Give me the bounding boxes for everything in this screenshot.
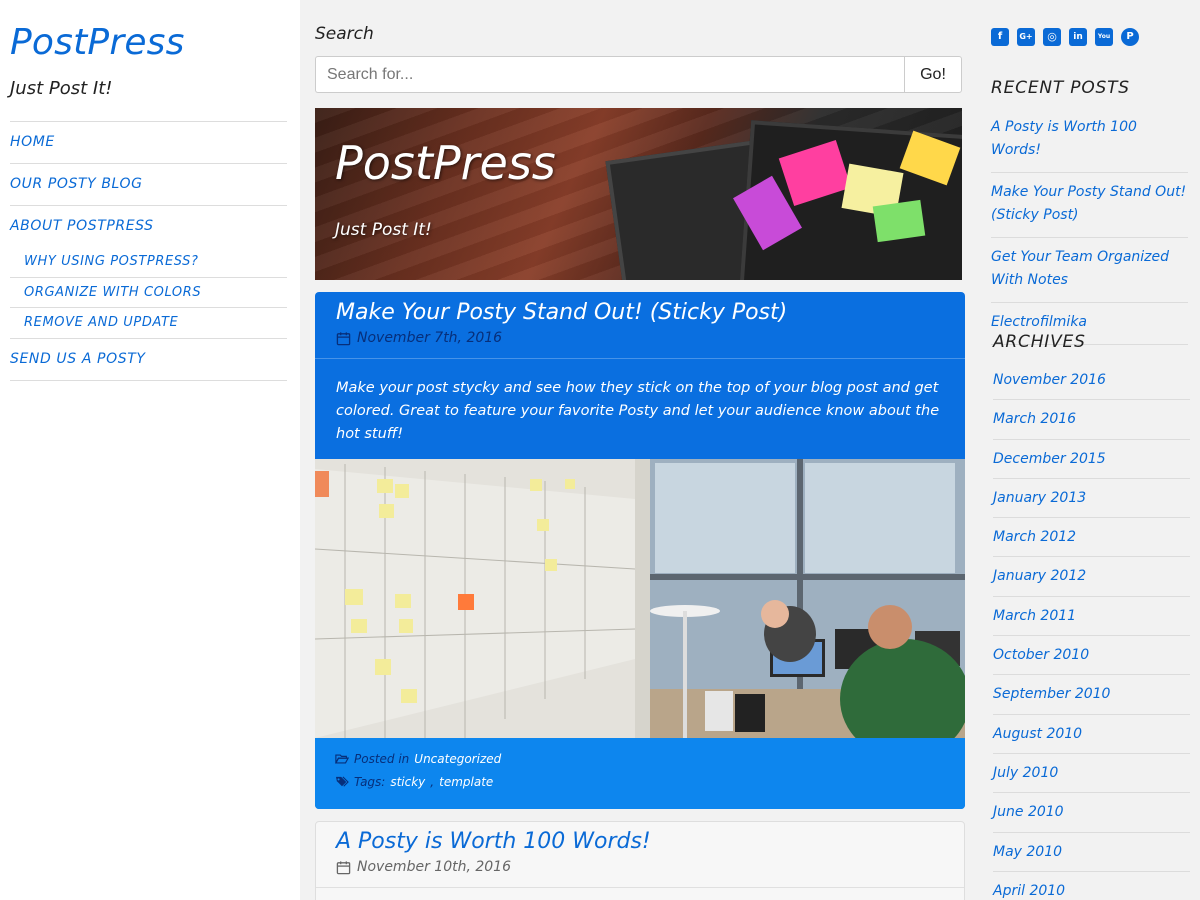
post-title-link[interactable]: Make Your Posty Stand Out! (Sticky Post) xyxy=(336,300,787,325)
list-item: Make Your Posty Stand Out! (Sticky Post) xyxy=(991,173,1188,238)
archive-link[interactable]: June 2010 xyxy=(993,793,1190,832)
tag-link[interactable]: template xyxy=(439,775,493,789)
banner-tagline: Just Post It! xyxy=(335,220,432,240)
recent-post-link[interactable]: Electrofilmika xyxy=(991,311,1188,334)
list-item: Get Your Team Organized With Notes xyxy=(991,238,1188,303)
list-item: January 2013 xyxy=(993,479,1190,519)
office-photo xyxy=(315,459,965,738)
nav-item-about: About PostPress Why using PostPress? Org… xyxy=(10,206,287,339)
list-item: March 2012 xyxy=(993,518,1190,558)
list-item: April 2010 xyxy=(993,872,1190,900)
archive-link[interactable]: May 2010 xyxy=(993,833,1190,872)
list-item: August 2010 xyxy=(993,715,1190,754)
search-form: Go! xyxy=(315,56,962,93)
post-category-row: Posted in Uncategorized xyxy=(335,752,501,766)
list-item: June 2010 xyxy=(993,793,1190,833)
nav-item-home: Home xyxy=(10,122,287,164)
linkedin-icon[interactable]: in xyxy=(1069,28,1087,46)
main-navigation: Home Our Posty Blog About PostPress Why … xyxy=(10,121,287,381)
post-date: November 7th, 2016 xyxy=(357,330,503,346)
left-sidebar: PostPress Just Post It! Home Our Posty B… xyxy=(0,0,300,900)
post-featured-image[interactable] xyxy=(315,459,965,738)
archive-link[interactable]: March 2016 xyxy=(993,400,1190,439)
nav-item-send: Send us a Posty xyxy=(10,339,287,381)
post-excerpt: Make your post stycky and see how they s… xyxy=(336,380,940,442)
banner-sticky-note-green xyxy=(872,199,926,243)
nav-link-send-us-a-posty[interactable]: Send us a Posty xyxy=(10,339,287,380)
instagram-icon[interactable]: ◎ xyxy=(1043,28,1061,46)
calendar-icon xyxy=(336,331,351,345)
post-header-divider xyxy=(316,887,964,888)
tag-separator: , xyxy=(430,775,435,789)
archive-link[interactable]: October 2010 xyxy=(993,636,1190,675)
recent-post-link[interactable]: Get Your Team Organized With Notes xyxy=(991,246,1188,292)
nav-subitem: Remove and Update xyxy=(10,307,287,338)
search-input[interactable] xyxy=(315,56,904,93)
nav-link-remove-and-update[interactable]: Remove and Update xyxy=(10,308,287,338)
archive-link[interactable]: September 2010 xyxy=(993,675,1190,714)
list-item: A Posty is Worth 100 Words! xyxy=(991,110,1188,173)
post-header-divider xyxy=(315,358,965,359)
archives-list: November 2016 March 2016 December 2015 J… xyxy=(993,361,1190,900)
search-widget-title: Search xyxy=(315,24,374,44)
nav-subitem: Why using PostPress? xyxy=(10,247,287,277)
list-item: May 2010 xyxy=(993,833,1190,872)
archives-title: Archives xyxy=(993,332,1086,352)
list-item: October 2010 xyxy=(993,636,1190,676)
list-item: March 2016 xyxy=(993,400,1190,440)
pinterest-icon[interactable]: P xyxy=(1121,28,1139,46)
nav-submenu-about: Why using PostPress? Organize with Color… xyxy=(10,247,287,338)
post-card: A Posty is Worth 100 Words! November 10t… xyxy=(315,821,965,900)
post-date-row: November 10th, 2016 xyxy=(336,859,511,875)
recent-posts-list: A Posty is Worth 100 Words! Make Your Po… xyxy=(991,110,1188,345)
posted-in-label: Posted in xyxy=(354,752,410,766)
tags-icon xyxy=(336,776,349,787)
list-item: March 2011 xyxy=(993,597,1190,637)
list-item: September 2010 xyxy=(993,675,1190,715)
header-banner-image: PostPress Just Post It! xyxy=(315,108,962,280)
list-item: November 2016 xyxy=(993,361,1190,401)
post-title-link[interactable]: A Posty is Worth 100 Words! xyxy=(336,829,651,854)
archive-link[interactable]: August 2010 xyxy=(993,715,1190,754)
archive-link[interactable]: April 2010 xyxy=(993,872,1190,900)
archive-link[interactable]: December 2015 xyxy=(993,440,1190,479)
archive-link[interactable]: July 2010 xyxy=(993,754,1190,793)
nav-item-blog: Our Posty Blog xyxy=(10,164,287,206)
nav-link-our-posty-blog[interactable]: Our Posty Blog xyxy=(10,164,287,205)
category-link[interactable]: Uncategorized xyxy=(414,752,501,766)
post-date: November 10th, 2016 xyxy=(357,859,511,875)
tags-label: Tags: xyxy=(354,775,386,789)
archive-link[interactable]: January 2012 xyxy=(993,557,1190,596)
list-item: January 2012 xyxy=(993,557,1190,597)
nav-link-about-postpress[interactable]: About PostPress xyxy=(10,206,287,247)
sticky-post-card: Make Your Posty Stand Out! (Sticky Post)… xyxy=(315,292,965,809)
list-item: December 2015 xyxy=(993,440,1190,479)
site-tagline: Just Post It! xyxy=(10,78,113,99)
google-plus-icon[interactable]: G+ xyxy=(1017,28,1035,46)
youtube-icon[interactable]: You xyxy=(1095,28,1113,46)
nav-link-organize-with-colors[interactable]: Organize with Colors xyxy=(10,278,287,308)
nav-link-why-using-postpress[interactable]: Why using PostPress? xyxy=(10,247,287,277)
post-tags-row: Tags: sticky, template xyxy=(335,775,493,789)
archive-link[interactable]: March 2011 xyxy=(993,597,1190,636)
social-links: f G+ ◎ in You P xyxy=(991,28,1139,46)
archive-link[interactable]: January 2013 xyxy=(993,479,1190,518)
recent-posts-title: Recent Posts xyxy=(991,78,1130,98)
tag-link[interactable]: sticky xyxy=(390,775,425,789)
nav-link-home[interactable]: Home xyxy=(10,122,287,163)
recent-post-link[interactable]: A Posty is Worth 100 Words! xyxy=(991,116,1188,162)
calendar-icon xyxy=(336,860,351,874)
archive-link[interactable]: November 2016 xyxy=(993,361,1190,400)
nav-subitem: Organize with Colors xyxy=(10,276,287,308)
archive-link[interactable]: March 2012 xyxy=(993,518,1190,557)
post-date-row: November 7th, 2016 xyxy=(336,330,502,346)
search-go-button[interactable]: Go! xyxy=(904,56,962,93)
site-title-link[interactable]: PostPress xyxy=(10,22,185,63)
folder-open-icon xyxy=(335,754,349,764)
banner-title: PostPress xyxy=(335,136,556,190)
post-footer: Posted in Uncategorized Tags: sticky, te… xyxy=(315,738,965,809)
recent-post-link[interactable]: Make Your Posty Stand Out! (Sticky Post) xyxy=(991,181,1188,227)
facebook-icon[interactable]: f xyxy=(991,28,1009,46)
list-item: July 2010 xyxy=(993,754,1190,794)
